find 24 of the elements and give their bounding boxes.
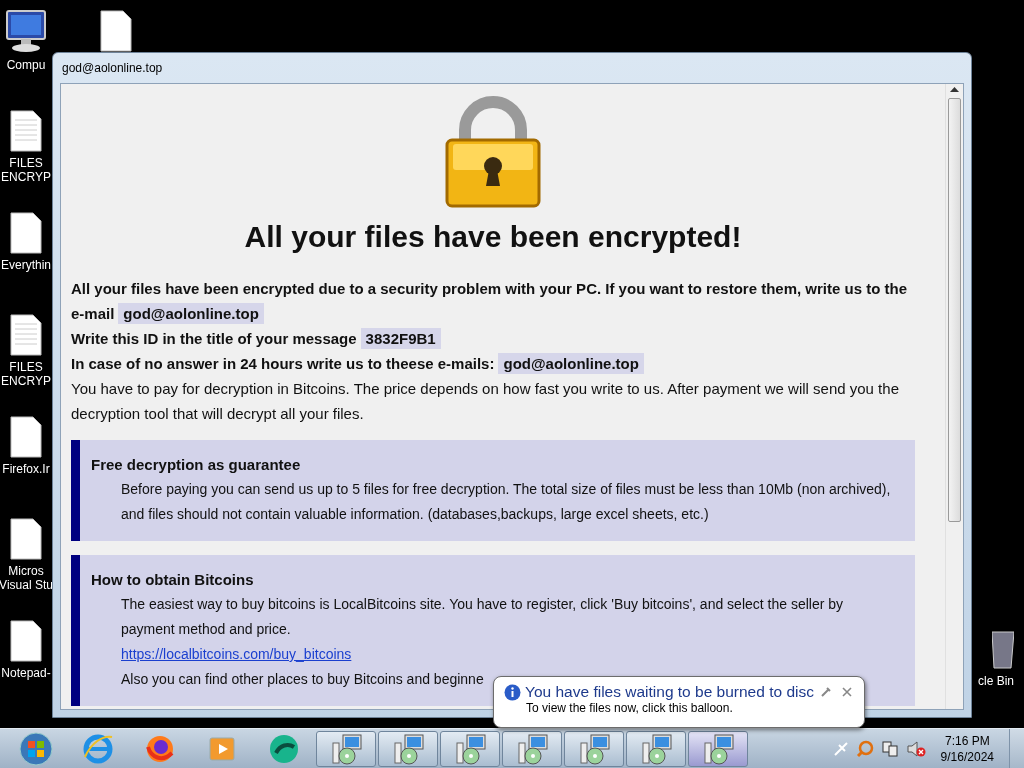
desktop-icon-label: FILES ENCRYP [1, 360, 51, 388]
notice-text: All your files have been encrypted due to a security problem with your PC. If you want to restore them, write us to the e-mail god@aolonline.top [71, 279, 908, 326]
notice-text: You have to pay for decryption in Bitcoins. The price depends on how fast you write to us. After payment we will send you the decryption tool that will decrypt all your files. [71, 379, 900, 424]
link[interactable]: https://localbitcoins.com/buy_bitcoins [121, 646, 352, 662]
desktop-icon-label: cle Bin [978, 674, 1015, 688]
notice-text: In case of no answer in 24 hours write us to theese e-mails: god@aolonline.top [71, 351, 915, 376]
clock[interactable]: 7:16 PM 9/16/2024 [932, 732, 1002, 765]
balloon-text: To view the files now, click this balloon. [525, 701, 734, 715]
desktop-icon-label: FILES ENCRYP [1, 156, 51, 184]
desktop-icon-label: Firefox.Ir [2, 462, 50, 476]
desktop-icon-label: Notepad- [1, 666, 51, 680]
panel-title: How to obtain Bitcoins [91, 570, 255, 590]
desktop-icon-label: Micros Visual Stu [0, 564, 53, 592]
notice-text: Write this ID in the title of your message 3832F9B1 [71, 326, 915, 351]
panel-text: Also you can find other places to buy Bitcoins and beginne [121, 670, 484, 689]
heading: All your files have been encrypted! [243, 220, 743, 254]
notification-balloon[interactable]: You have files waiting to be burned to disc To view the files now, click this balloon. [493, 676, 865, 728]
window-title: god@aolonline.top [61, 60, 164, 77]
balloon-title: You have files waiting to be burned to disc [525, 683, 814, 701]
panel-text: Before paying you can send us up to 5 files for free decryption. The total size of files must be less than 10Mb (non archived), and files should not contain valuable information. (databases,backups, large excel sheets, etc.) [120, 480, 892, 524]
panel-title: Free decryption as guarantee [91, 455, 302, 475]
desktop-icon-label: Compu [6, 58, 46, 72]
panel-text: The easiest way to buy bitcoins is LocalBitcoins site. You have to register, click 'Buy bitcoins', and select the seller by payment method and price. [120, 595, 845, 639]
desktop-icon-label: Everythin [1, 258, 51, 272]
